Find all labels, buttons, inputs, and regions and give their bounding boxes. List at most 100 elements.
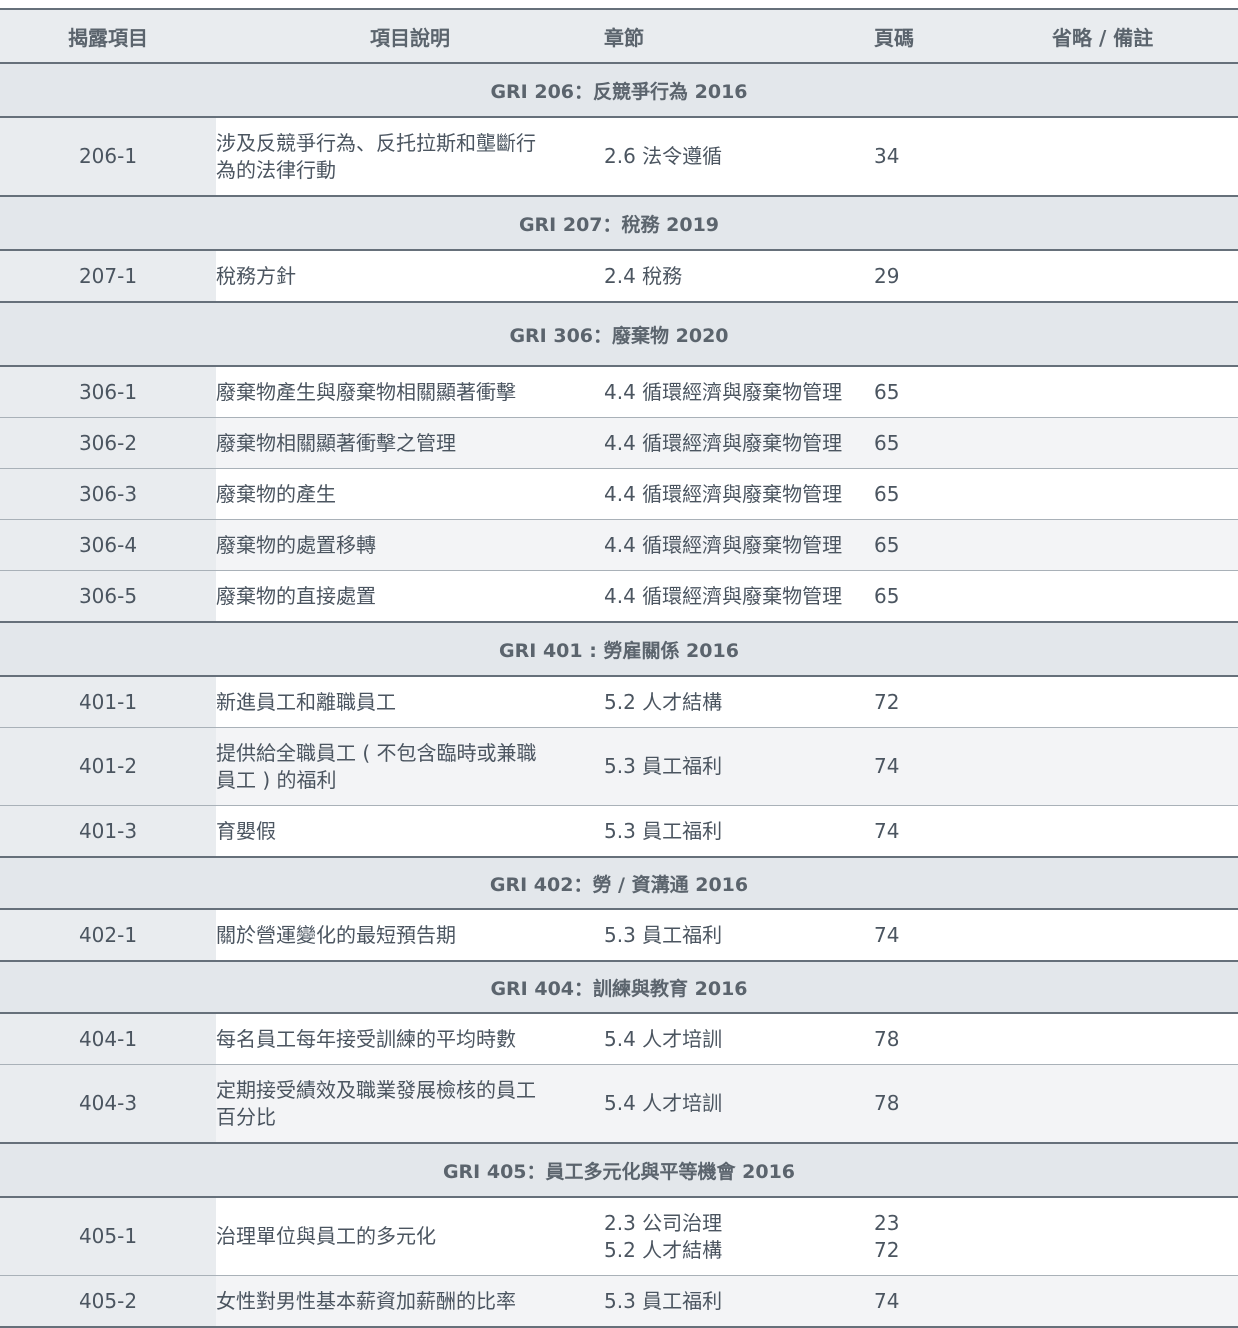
section-title: GRI 405：員工多元化與平等機會 2016 [0,1143,1238,1198]
page-line: 65 [874,532,900,557]
page-cell: 65 [874,417,1052,469]
item-description: 廢棄物相關顯著衝擊之管理 [216,417,604,469]
section-header-row: GRI 206：反競爭行為 2016 [0,63,1238,118]
disclosure-code: 401-3 [0,805,216,858]
item-description: 提供給全職員工 ( 不包含臨時或兼職 員工 ) 的福利 [216,727,604,806]
chapter-line: 5.4 人才培訓 [604,1026,723,1051]
page-line: 78 [874,1026,900,1051]
page-line: 74 [874,1288,900,1313]
page-cell: 65 [874,570,1052,623]
section-header-row: GRI 404：訓練與教育 2016 [0,961,1238,1014]
chapter-line: 5.3 員工福利 [604,818,723,843]
page-line: 65 [874,481,900,506]
chapter-line: 2.3 公司治理 [604,1210,723,1235]
page-cell: 72 [874,676,1052,728]
section-header-row: GRI 405：員工多元化與平等機會 2016 [0,1143,1238,1198]
desc-line: 廢棄物的直接處置 [216,583,376,608]
chapter-cell: 2.3 公司治理 5.2 人才結構 [604,1197,874,1276]
item-description: 廢棄物產生與廢棄物相關顯著衝擊 [216,366,604,418]
chapter-cell: 2.4 稅務 [604,250,874,303]
chapter-line: 5.4 人才培訓 [604,1091,723,1115]
chapter-cell: 5.3 員工福利 [604,909,874,962]
item-description: 女性對男性基本薪資加薪酬的比率 [216,1275,604,1328]
desc-line: 治理單位與員工的多元化 [216,1224,436,1248]
page-line: 23 [874,1210,900,1235]
page-line: 34 [874,144,900,168]
chapter-line: 5.3 員工福利 [604,754,723,778]
item-description: 廢棄物的處置移轉 [216,519,604,571]
section-header-row: GRI 401 : 勞雇關係 2016 [0,622,1238,677]
chapter-cell: 4.4 循環經濟與廢棄物管理 [604,570,874,623]
header-page: 頁碼 [874,8,1052,64]
chapter-cell: 2.6 法令遵循 [604,117,874,197]
desc-line: 育嬰假 [216,818,276,843]
section-header-row: GRI 402：勞 / 資溝通 2016 [0,857,1238,910]
item-description: 廢棄物的產生 [216,468,604,520]
chapter-cell: 5.4 人才培訓 [604,1013,874,1065]
section-header-row: GRI 207：稅務 2019 [0,196,1238,251]
table-row: 401-2 提供給全職員工 ( 不包含臨時或兼職 員工 ) 的福利 5.3 員工福利 7… [0,727,1238,806]
header-row: 揭露項目 項目說明 章節 頁碼 省略 / 備註 [0,8,1238,64]
page-cell: 65 [874,519,1052,571]
gri-index-table: 揭露項目 項目說明 章節 頁碼 省略 / 備註 GRI 206：反競爭行為 20… [0,8,1238,1328]
section-title: GRI 207：稅務 2019 [0,196,1238,251]
chapter-cell: 4.4 循環經濟與廢棄物管理 [604,468,874,520]
section-title: GRI 206：反競爭行為 2016 [0,63,1238,118]
note-cell [1052,417,1238,469]
disclosure-code: 404-3 [0,1064,216,1144]
chapter-cell: 5.2 人才結構 [604,676,874,728]
item-description: 治理單位與員工的多元化 [216,1197,604,1276]
page-cell: 74 [874,805,1052,858]
page-cell: 23 72 [874,1197,1052,1276]
chapter-line: 4.4 循環經濟與廢棄物管理 [604,379,843,404]
note-cell [1052,1013,1238,1065]
desc-line: 關於營運變化的最短預告期 [216,922,456,947]
page-line: 65 [874,430,900,455]
chapter-cell: 4.4 循環經濟與廢棄物管理 [604,366,874,418]
table-row: 306-4 廢棄物的處置移轉 4.4 循環經濟與廢棄物管理 65 [0,519,1238,571]
disclosure-code: 306-5 [0,570,216,623]
desc-line: 稅務方針 [216,263,296,288]
section-header-row: GRI 306：廢棄物 2020 [0,302,1238,367]
page-cell: 29 [874,250,1052,303]
note-cell [1052,1197,1238,1276]
disclosure-code: 402-1 [0,909,216,962]
table-header: 揭露項目 項目說明 章節 頁碼 省略 / 備註 [0,8,1238,64]
page-line: 72 [874,1237,900,1262]
page-line: 29 [874,263,900,288]
note-cell [1052,1064,1238,1144]
desc-line: 廢棄物相關顯著衝擊之管理 [216,430,456,455]
disclosure-code: 306-3 [0,468,216,520]
item-description: 定期接受績效及職業發展檢核的員工 百分比 [216,1064,604,1144]
page-cell: 78 [874,1064,1052,1144]
item-description: 涉及反競爭行為、反托拉斯和壟斷行 為的法律行動 [216,117,604,197]
desc-line: 員工 ) 的福利 [216,767,337,792]
disclosure-code: 306-2 [0,417,216,469]
chapter-cell: 5.3 員工福利 [604,805,874,858]
item-description: 育嬰假 [216,805,604,858]
disclosure-code: 306-1 [0,366,216,418]
note-cell [1052,519,1238,571]
item-description: 關於營運變化的最短預告期 [216,909,604,962]
chapter-cell: 4.4 循環經濟與廢棄物管理 [604,417,874,469]
page-cell: 74 [874,909,1052,962]
note-cell [1052,570,1238,623]
note-cell [1052,1275,1238,1328]
section-title: GRI 402：勞 / 資溝通 2016 [0,857,1238,910]
table-row: 405-1 治理單位與員工的多元化 2.3 公司治理 5.2 人才結構 23 72 [0,1197,1238,1276]
chapter-cell: 5.3 員工福利 [604,1275,874,1328]
desc-line: 提供給全職員工 ( 不包含臨時或兼職 [216,740,537,765]
item-description: 稅務方針 [216,250,604,303]
chapter-line: 5.2 人才結構 [604,1237,723,1262]
page-cell: 65 [874,468,1052,520]
disclosure-code: 401-2 [0,727,216,806]
chapter-cell: 4.4 循環經濟與廢棄物管理 [604,519,874,571]
item-description: 廢棄物的直接處置 [216,570,604,623]
disclosure-code: 306-4 [0,519,216,571]
page-line: 74 [874,818,900,843]
disclosure-code: 207-1 [0,250,216,303]
page-line: 74 [874,922,900,947]
note-cell [1052,727,1238,806]
disclosure-code: 404-1 [0,1013,216,1065]
disclosure-code: 405-1 [0,1197,216,1276]
